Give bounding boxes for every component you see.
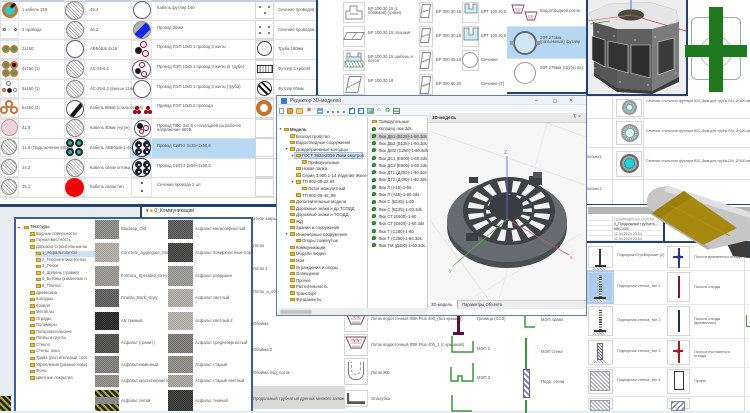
- svg-text:y: y: [449, 268, 452, 274]
- svg-text:x: x: [570, 255, 573, 261]
- svg-text:Z: Z: [504, 150, 507, 156]
